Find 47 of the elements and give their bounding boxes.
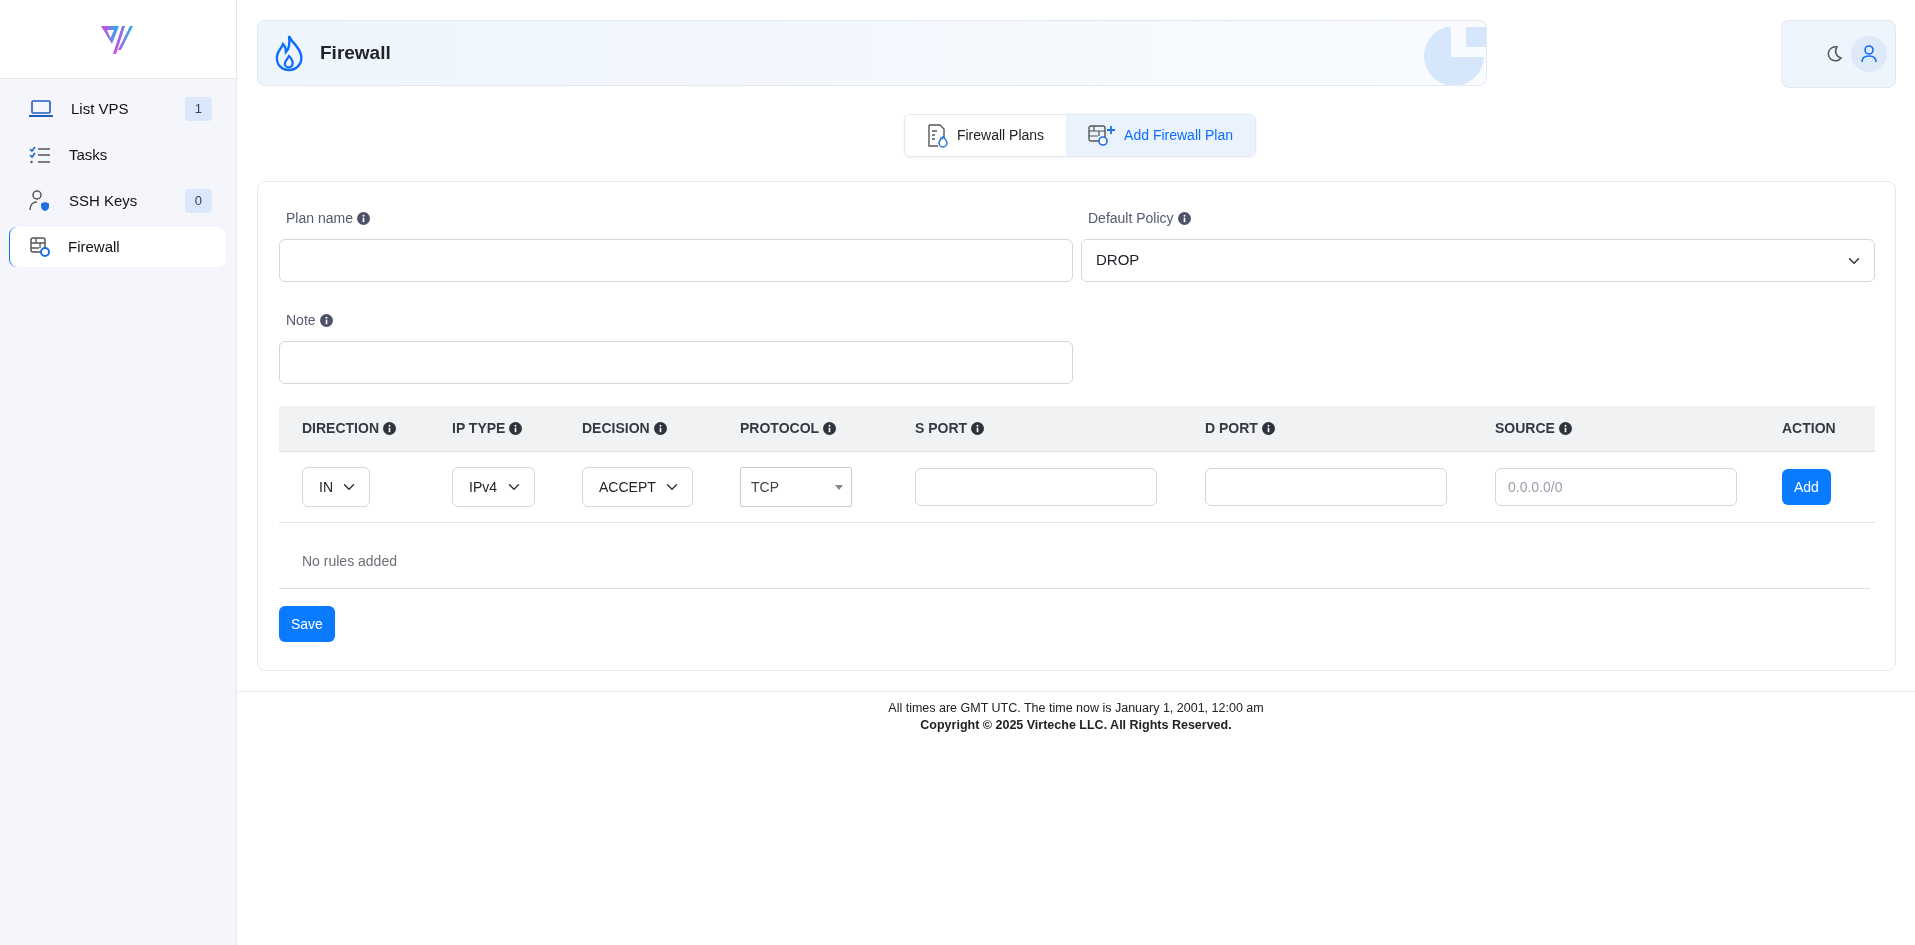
tab[interactable]: Firewall Plans (904, 115, 1067, 156)
page-title: Firewall (320, 40, 391, 65)
user-avatar[interactable] (1851, 36, 1887, 72)
input-field[interactable] (279, 341, 1073, 384)
input-field[interactable]: 0.0.0.0/0 (1495, 468, 1737, 506)
protocol-dropdown[interactable]: TCP (740, 467, 852, 507)
input-field[interactable] (279, 239, 1073, 282)
sidebar-item[interactable]: Tasks (9, 135, 226, 175)
checklist-icon (29, 146, 51, 164)
field-label: Note (286, 311, 316, 330)
logo-icon (100, 23, 136, 55)
sidebar-item[interactable]: List VPS 1 (9, 89, 226, 129)
count-badge: 1 (184, 97, 212, 121)
column-header: D PORT (1205, 419, 1258, 438)
empty-message: No rules added (302, 553, 397, 569)
field-label: Plan name (286, 209, 353, 228)
sidebar-item[interactable]: SSH Keys 0 (9, 181, 226, 221)
field-label: Default Policy (1088, 209, 1174, 228)
column-header: PROTOCOL (740, 419, 820, 438)
column-header: DIRECTION (302, 419, 379, 438)
time-note: All times are GMT UTC. The time now is January 1, 2001, 12:00 am (887, 700, 1265, 717)
firewall-icon (30, 237, 50, 257)
input-field[interactable] (915, 468, 1157, 506)
user-shield-icon (29, 190, 51, 212)
select-field[interactable]: IN (302, 467, 370, 507)
column-header: DECISION (582, 419, 650, 438)
select-field[interactable]: ACCEPT (582, 467, 693, 507)
save-button[interactable]: Save (279, 606, 335, 642)
laptop-icon (29, 100, 53, 118)
copyright-text: Copyright © 2025 Virteche LLC. All Rights Reserved. (919, 716, 1233, 734)
column-header: ACTION (1782, 419, 1836, 438)
flame-icon (274, 34, 304, 72)
moon-icon[interactable] (1825, 45, 1843, 63)
add-button[interactable]: Add (1782, 469, 1831, 505)
firewall-add-icon (1088, 124, 1117, 147)
input-field[interactable] (1205, 468, 1447, 506)
select-field[interactable]: DROP (1081, 239, 1875, 282)
sidebar-item[interactable]: Firewall (9, 227, 226, 267)
column-header: S PORT (915, 419, 968, 438)
caret-icon (835, 484, 843, 490)
count-badge: 0 (184, 189, 212, 213)
tab[interactable]: Add Firewall Plan (1066, 115, 1256, 156)
document-flame-icon (926, 123, 949, 148)
column-header: IP TYPE (452, 419, 506, 438)
user-icon (1861, 45, 1877, 63)
select-field[interactable]: IPv4 (452, 467, 535, 507)
column-header: SOURCE (1495, 419, 1555, 438)
